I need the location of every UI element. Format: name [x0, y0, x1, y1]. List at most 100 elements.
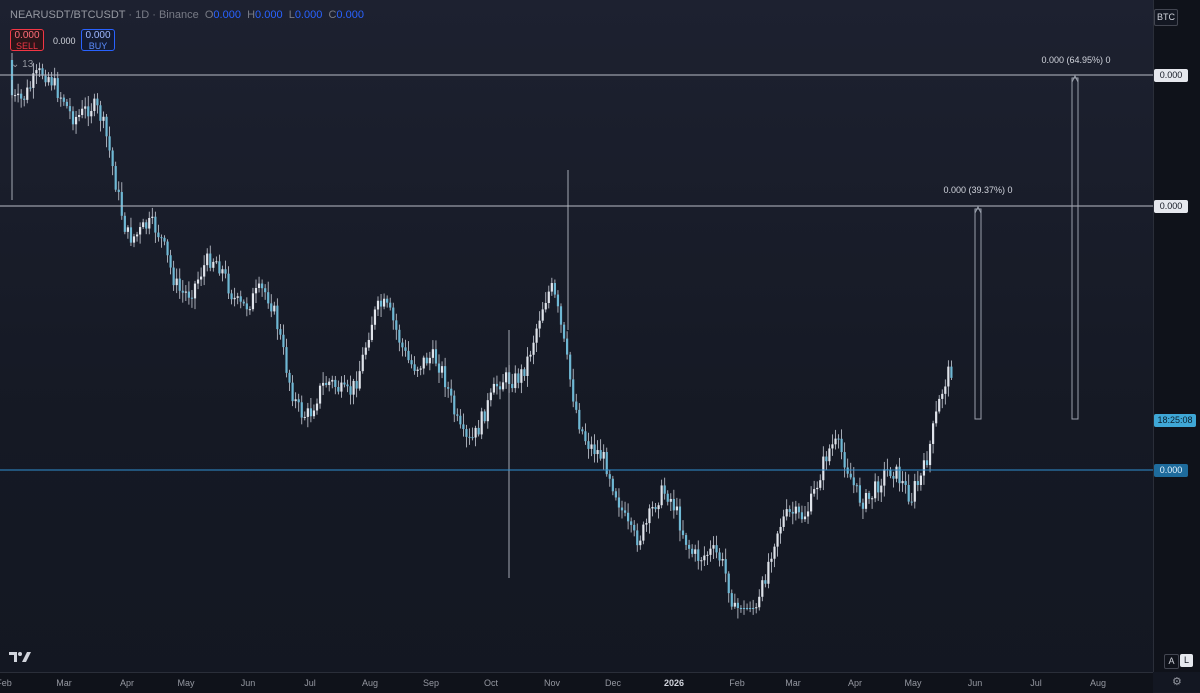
candle-body [654, 506, 657, 510]
candle-body [65, 101, 68, 107]
candle-body [187, 291, 190, 298]
buy-button[interactable]: 0.000 BUY [81, 29, 115, 51]
candle-body [614, 491, 617, 498]
measure-arrow-large[interactable] [1071, 74, 1079, 420]
candle-body [782, 516, 785, 527]
candle-body [123, 215, 126, 232]
candle-body [459, 415, 462, 425]
candle-body [742, 608, 746, 609]
candle-body [651, 506, 654, 509]
candle-body [569, 354, 572, 380]
interval-label[interactable]: 1D [135, 9, 149, 21]
spread-value: 0.000 [53, 36, 76, 46]
candle-body [819, 480, 822, 488]
candle-body [822, 456, 825, 481]
gear-icon[interactable]: ⚙ [1172, 675, 1182, 688]
candle-body [318, 385, 322, 404]
chart-area[interactable]: NEARUSDT/BTCUSDT · 1D · Binance O0.000 H… [0, 0, 1200, 693]
candle-body [898, 466, 901, 484]
candle-body [709, 548, 712, 555]
candle-body [251, 293, 255, 310]
candle-body [566, 338, 569, 355]
candle-body [50, 77, 53, 86]
candle-body [349, 386, 352, 395]
candle-body [669, 498, 672, 502]
candle-body [209, 253, 212, 268]
candle-body [26, 87, 29, 100]
candle-body [248, 309, 251, 311]
measure-arrow-small[interactable] [974, 205, 982, 420]
candle-body [623, 510, 627, 513]
candle-body [755, 607, 758, 609]
low-value: 0.000 [294, 9, 323, 21]
candle-body [806, 511, 810, 517]
candle-body [440, 366, 444, 373]
log-scale-button[interactable]: L [1180, 654, 1193, 667]
candle-body [78, 115, 81, 117]
candle-body [749, 608, 752, 609]
time-label-3: May [177, 678, 195, 688]
currency-label[interactable]: BTC [1154, 9, 1178, 26]
candle-body [270, 303, 273, 312]
candle-body [431, 349, 434, 358]
candle-body [456, 414, 459, 416]
candle-body [681, 530, 685, 536]
candle-body [373, 309, 377, 325]
candle-body [514, 373, 517, 389]
candle-body [392, 307, 395, 321]
candle-body [312, 410, 316, 417]
price-label-top: 0.000 [1154, 69, 1188, 82]
candle-body [203, 265, 206, 277]
time-label-15: May [904, 678, 922, 688]
candle-body [447, 387, 450, 389]
candle-body [416, 369, 419, 371]
candle-body [221, 269, 224, 274]
price-label-mid: 0.000 [1154, 200, 1188, 213]
candle-body [370, 324, 373, 340]
candle-body [547, 291, 550, 304]
candle-body [407, 350, 410, 361]
candle-body [62, 97, 65, 102]
sell-button[interactable]: 0.000 SELL [10, 29, 44, 51]
candle-body [861, 502, 865, 509]
tradingview-logo-icon[interactable] [9, 650, 33, 664]
candle-body [867, 493, 871, 499]
buy-price: 0.000 [85, 30, 111, 41]
price-axis[interactable] [1153, 0, 1200, 672]
candle-body [163, 237, 166, 242]
candle-body [800, 512, 804, 520]
price-chart[interactable] [0, 0, 1153, 672]
candle-body [590, 444, 593, 449]
candle-body [151, 216, 154, 218]
candle-body [303, 416, 306, 418]
candle-body [425, 357, 428, 364]
candle-body [617, 497, 621, 508]
candle-body [688, 544, 691, 549]
candle-body [810, 493, 813, 512]
candle-body [721, 559, 724, 561]
auto-scale-button[interactable]: A [1164, 654, 1179, 669]
time-label-12: Feb [729, 678, 745, 688]
candle-body [715, 545, 718, 553]
candle-body [306, 408, 309, 417]
indicators-toggle[interactable]: ⌄ 13 [11, 59, 33, 70]
candle-body [410, 360, 413, 365]
candle-body [544, 303, 547, 310]
candle-body [68, 106, 72, 112]
candle-body [44, 75, 47, 83]
candle-body [413, 364, 416, 371]
candle-body [745, 608, 749, 609]
candle-body [129, 227, 133, 243]
candle-body [322, 382, 325, 386]
candle-body [364, 347, 367, 355]
candle-body [620, 507, 624, 511]
candle-body [132, 236, 136, 243]
candle-body [837, 438, 840, 440]
candle-body [831, 444, 834, 449]
symbol-label[interactable]: NEARUSDT/BTCUSDT [10, 9, 125, 21]
candle-body [495, 383, 499, 387]
candle-body [404, 347, 407, 351]
candle-body [776, 533, 779, 547]
candle-body [718, 552, 721, 561]
candle-body [389, 302, 392, 308]
